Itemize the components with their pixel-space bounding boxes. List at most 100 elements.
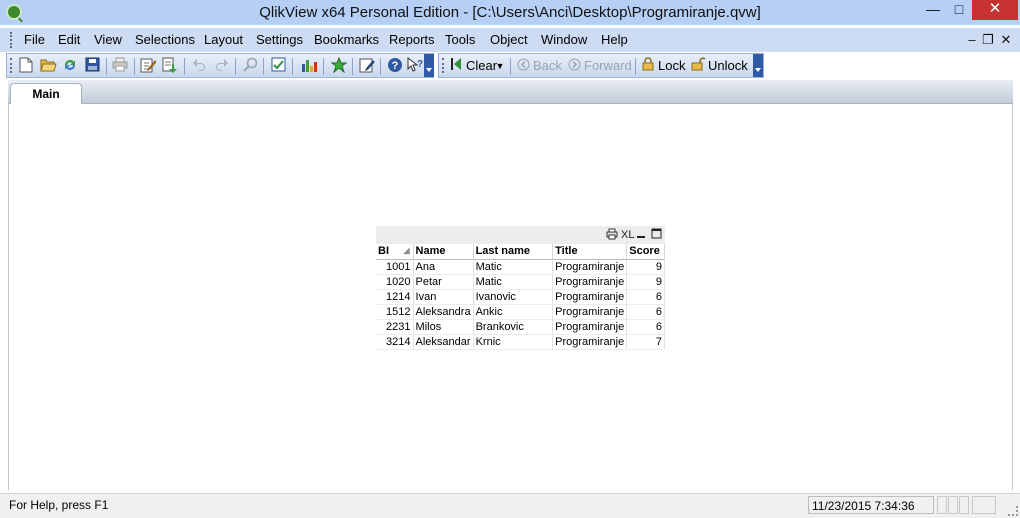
- cell-last-name[interactable]: Matic: [473, 259, 554, 275]
- cell-last-name[interactable]: Ankic: [473, 304, 554, 320]
- reload-icon[interactable]: [61, 57, 79, 75]
- menu-layout[interactable]: Layout: [199, 28, 248, 52]
- new-icon[interactable]: [17, 57, 35, 75]
- column-header-score[interactable]: Score: [626, 244, 665, 260]
- cell-name[interactable]: Petar: [413, 274, 474, 290]
- tab-main[interactable]: Main: [10, 83, 82, 105]
- redo-icon[interactable]: [212, 57, 230, 75]
- cell-last-name[interactable]: Matic: [473, 274, 554, 290]
- menu-file[interactable]: File: [19, 28, 50, 52]
- cell-bi[interactable]: 2231: [376, 319, 414, 335]
- cell-bi[interactable]: 1020: [376, 274, 414, 290]
- toolbar-grip[interactable]: [442, 58, 445, 73]
- cell-title[interactable]: Programiranje: [552, 289, 628, 305]
- toolbar-overflow-button[interactable]: [753, 54, 763, 77]
- menu-grip[interactable]: [10, 32, 13, 48]
- column-header-last-name[interactable]: Last name: [473, 244, 554, 260]
- menu-tools[interactable]: Tools: [440, 28, 480, 52]
- unlock-icon[interactable]: [690, 57, 706, 75]
- undo-icon[interactable]: [190, 57, 208, 75]
- toolbar-separator: [184, 58, 185, 75]
- menu-edit[interactable]: Edit: [53, 28, 85, 52]
- document-close-button[interactable]: ✕: [999, 32, 1013, 48]
- minimize-icon[interactable]: [636, 228, 646, 242]
- cell-name[interactable]: Aleksandra: [413, 304, 474, 320]
- search-icon[interactable]: [241, 57, 259, 75]
- table-box[interactable]: XL BI ◢ Name Last name Title Score 1001 A…: [376, 226, 665, 350]
- column-header-name[interactable]: Name: [413, 244, 474, 260]
- window-minimize-button[interactable]: —: [920, 0, 946, 20]
- menu-reports[interactable]: Reports: [384, 28, 440, 52]
- bookmark-icon[interactable]: [330, 56, 348, 75]
- title-bar: QlikView x64 Personal Edition - [C:\User…: [0, 0, 1020, 25]
- menu-object[interactable]: Object: [485, 28, 533, 52]
- resize-grip[interactable]: [1008, 506, 1018, 516]
- menu-help[interactable]: Help: [596, 28, 633, 52]
- back-icon[interactable]: [516, 57, 530, 75]
- forward-icon[interactable]: [567, 57, 581, 75]
- cell-last-name[interactable]: Krnic: [473, 334, 554, 350]
- cell-name[interactable]: Ivan: [413, 289, 474, 305]
- column-header-title[interactable]: Title: [552, 244, 628, 260]
- table-row: 2231 Milos Brankovic Programiranje 6: [376, 319, 665, 335]
- edit-script-icon[interactable]: [139, 57, 157, 75]
- cell-title[interactable]: Programiranje: [552, 334, 628, 350]
- context-help-icon[interactable]: ?: [406, 56, 424, 75]
- window-close-button[interactable]: ✕: [972, 0, 1018, 20]
- lock-icon[interactable]: [641, 57, 655, 75]
- cell-title[interactable]: Programiranje: [552, 259, 628, 275]
- properties-icon[interactable]: [358, 57, 376, 75]
- clear-icon[interactable]: [449, 57, 463, 75]
- cell-bi[interactable]: 1512: [376, 304, 414, 320]
- menu-selections[interactable]: Selections: [130, 28, 200, 52]
- document-restore-button[interactable]: ❐: [981, 32, 995, 48]
- cell-name[interactable]: Milos: [413, 319, 474, 335]
- document-minimize-button[interactable]: –: [965, 32, 979, 47]
- xl-icon[interactable]: XL: [621, 228, 634, 242]
- window-maximize-button[interactable]: □: [946, 0, 972, 20]
- toolbar-separator: [134, 58, 135, 75]
- maximize-icon[interactable]: [651, 228, 662, 242]
- clear-dropdown-icon[interactable]: ▼: [495, 57, 505, 75]
- help-icon[interactable]: ?: [386, 57, 404, 75]
- column-header-bi[interactable]: BI ◢: [376, 244, 414, 260]
- status-help-text: For Help, press F1: [9, 498, 109, 512]
- print-icon[interactable]: [606, 228, 618, 242]
- cell-score[interactable]: 9: [626, 274, 665, 290]
- menu-window[interactable]: Window: [536, 28, 592, 52]
- cell-last-name[interactable]: Ivanovic: [473, 289, 554, 305]
- open-icon[interactable]: [39, 57, 57, 75]
- cell-title[interactable]: Programiranje: [552, 319, 628, 335]
- cell-score[interactable]: 7: [626, 334, 665, 350]
- save-icon[interactable]: [83, 57, 101, 75]
- cell-title[interactable]: Programiranje: [552, 274, 628, 290]
- table-viewer-icon[interactable]: [269, 57, 287, 75]
- cell-score[interactable]: 9: [626, 259, 665, 275]
- reload-data-icon[interactable]: [161, 57, 179, 75]
- table-row: 1020 Petar Matic Programiranje 9: [376, 274, 665, 290]
- menu-settings[interactable]: Settings: [251, 28, 308, 52]
- cell-score[interactable]: 6: [626, 319, 665, 335]
- cell-score[interactable]: 6: [626, 289, 665, 305]
- menu-bookmarks[interactable]: Bookmarks: [309, 28, 384, 52]
- cell-name[interactable]: Ana: [413, 259, 474, 275]
- table-box-caption[interactable]: XL: [376, 226, 665, 244]
- print-icon[interactable]: [111, 57, 129, 75]
- clear-button[interactable]: Clear: [466, 57, 497, 75]
- cell-bi[interactable]: 1214: [376, 289, 414, 305]
- chart-icon[interactable]: [301, 57, 319, 75]
- cell-title[interactable]: Programiranje: [552, 304, 628, 320]
- back-button[interactable]: Back: [533, 57, 562, 75]
- cell-name[interactable]: Aleksandar: [413, 334, 474, 350]
- toolbar-overflow-button[interactable]: [424, 54, 434, 77]
- cell-bi[interactable]: 1001: [376, 259, 414, 275]
- svg-text:?: ?: [417, 59, 423, 70]
- cell-score[interactable]: 6: [626, 304, 665, 320]
- toolbar-grip[interactable]: [10, 58, 13, 73]
- cell-last-name[interactable]: Brankovic: [473, 319, 554, 335]
- menu-view[interactable]: View: [89, 28, 127, 52]
- unlock-button[interactable]: Unlock: [708, 57, 748, 75]
- cell-bi[interactable]: 3214: [376, 334, 414, 350]
- lock-button[interactable]: Lock: [658, 57, 685, 75]
- forward-button[interactable]: Forward: [584, 57, 632, 75]
